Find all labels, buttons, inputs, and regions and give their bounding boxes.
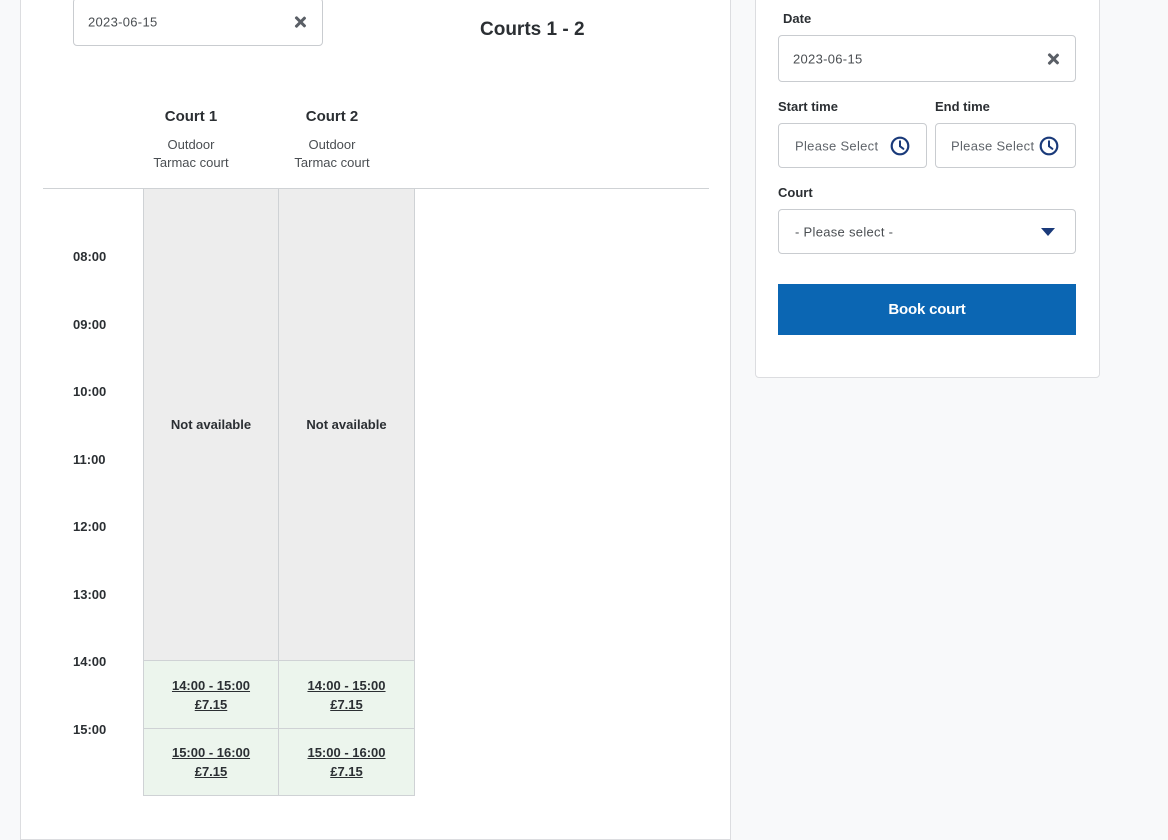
court-header-2: Court 2 Outdoor Tarmac court [262,108,402,172]
time-label: 10:00 [73,384,107,399]
date-value: 2023-06-15 [793,51,863,66]
slot-price-link[interactable]: £7.15 [330,762,363,781]
court-surface: Tarmac court [153,155,229,170]
court-type: Outdoor [308,137,356,152]
court-select-value: - Please select - [795,224,894,239]
court-surface: Tarmac court [294,155,370,170]
unavailable-label: Not available [170,417,252,432]
court-header-1: Court 1 Outdoor Tarmac court [121,108,261,172]
clock-icon[interactable] [1039,136,1059,156]
court-select[interactable]: - Please select - [778,209,1076,254]
slot-time-link[interactable]: 14:00 - 15:00 [307,676,385,695]
time-label: 14:00 [73,654,107,669]
end-time-field[interactable]: Please Select [935,123,1076,168]
time-label: 08:00 [73,249,107,264]
court-label: Court [778,185,813,200]
end-time-placeholder: Please Select [951,138,1035,153]
start-time-field[interactable]: Please Select [778,123,927,168]
close-icon[interactable] [1047,53,1059,65]
chevron-down-icon[interactable] [1041,227,1055,236]
start-time-label: Start time [778,99,838,114]
court-2-slot-1400[interactable]: 14:00 - 15:00 £7.15 [278,660,415,729]
end-time-label: End time [935,99,990,114]
court-name: Court 2 [305,108,359,125]
time-label: 09:00 [73,317,107,332]
slot-price-link[interactable]: £7.15 [195,695,228,714]
time-label: 13:00 [73,587,107,602]
court-1-unavailable-block: Not available [143,188,279,661]
book-court-button[interactable]: Book court [778,284,1076,335]
page-title: Courts 1 - 2 [480,19,585,40]
slot-time-link[interactable]: 15:00 - 16:00 [172,743,250,762]
time-label: 15:00 [73,722,107,737]
court-type: Outdoor [167,137,215,152]
court-2-unavailable-block: Not available [278,188,415,661]
time-label: 12:00 [73,519,107,534]
grid-date-value: 2023-06-15 [88,14,158,30]
slot-time-link[interactable]: 14:00 - 15:00 [172,676,250,695]
slot-price-link[interactable]: £7.15 [195,762,228,781]
unavailable-label: Not available [306,417,387,432]
court-2-slot-1500[interactable]: 15:00 - 16:00 £7.15 [278,728,415,796]
court-1-slot-1400[interactable]: 14:00 - 15:00 £7.15 [143,660,279,729]
court-1-slot-1500[interactable]: 15:00 - 16:00 £7.15 [143,728,279,796]
date-label: Date [783,11,812,26]
slot-price-link[interactable]: £7.15 [330,695,363,714]
start-time-placeholder: Please Select [795,138,879,153]
date-field[interactable]: 2023-06-15 [778,35,1076,82]
close-icon[interactable] [294,16,306,28]
grid-date-field[interactable]: 2023-06-15 [73,0,323,46]
slot-time-link[interactable]: 15:00 - 16:00 [307,743,385,762]
time-label: 11:00 [73,452,106,467]
court-name: Court 1 [164,108,218,125]
clock-icon[interactable] [890,136,910,156]
